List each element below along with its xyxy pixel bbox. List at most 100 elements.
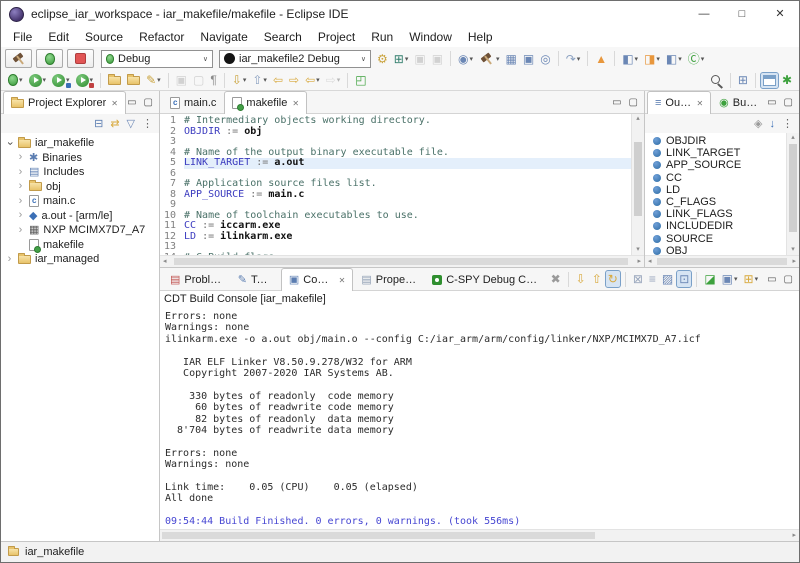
clear-console-icon[interactable]: ▨ <box>660 271 675 287</box>
maximize-view-icon[interactable]: ▢ <box>144 97 153 108</box>
run-icon[interactable]: ▾ <box>27 72 49 89</box>
tree-collapsed-arrow-icon[interactable]: › <box>5 253 14 264</box>
debug-icon[interactable]: ▾ <box>6 72 25 88</box>
new-c-project-icon[interactable]: ◧ ▾ <box>620 51 640 67</box>
minimize-view-icon[interactable]: ▭ <box>767 97 776 108</box>
tree-collapsed-arrow-icon[interactable]: › <box>16 210 25 221</box>
editor-vertical-scrollbar[interactable]: ▴ ▾ <box>631 114 644 255</box>
menu-edit[interactable]: Edit <box>40 28 77 46</box>
outline-item-objdir[interactable]: OBJDIR <box>645 135 786 147</box>
tree-collapsed-arrow-icon[interactable]: › <box>16 195 25 206</box>
back-history-icon[interactable]: ⇦ ▾ <box>303 72 322 88</box>
outline-horizontal-scrollbar[interactable]: ◂ ▸ <box>645 255 799 267</box>
tree-item-iar-makefile[interactable]: › iar_makefile <box>1 136 159 151</box>
outline-item-includedir[interactable]: INCLUDEDIR <box>645 220 786 232</box>
outline-item-source[interactable]: SOURCE <box>645 233 786 245</box>
console-display-icon[interactable]: ▣ <box>521 51 536 67</box>
run-coverage-icon[interactable]: ▾ <box>50 72 72 89</box>
minimize-view-icon[interactable]: ▭ <box>767 274 776 285</box>
collapse-all-icon[interactable]: ⊟ <box>92 116 105 132</box>
close-button[interactable]: ✕ <box>761 1 799 27</box>
iar-stop-button[interactable] <box>67 49 94 68</box>
tree-collapsed-arrow-icon[interactable]: › <box>16 166 25 177</box>
custom-filter-icon[interactable]: ◈ <box>752 116 764 132</box>
scrollbar-thumb[interactable] <box>174 258 628 265</box>
tree-item-includes[interactable]: › ▤ Includes <box>1 165 159 180</box>
iar-build-button[interactable] <box>5 49 32 68</box>
scrollbar-thumb[interactable] <box>657 258 787 265</box>
tab-project-explorer[interactable]: Project Explorer ✕ <box>3 91 126 114</box>
tree-item-obj[interactable]: › obj <box>1 180 159 195</box>
show-skipped-icon[interactable]: ↻ <box>604 270 621 288</box>
tab-outline[interactable]: ≡Outline ✕ <box>647 91 712 114</box>
menu-refactor[interactable]: Refactor <box>131 28 192 46</box>
profile-icon[interactable]: ▾ <box>74 72 96 89</box>
tree-collapsed-arrow-icon[interactable]: › <box>16 152 25 163</box>
tree-item-nxp-mcimx7d7-a7[interactable]: › ▦ NXP MCIMX7D7_A7 <box>1 223 159 238</box>
tree-collapsed-arrow-icon[interactable]: › <box>16 224 25 235</box>
filter-icon[interactable]: ▽ <box>125 116 137 132</box>
link-with-editor-icon[interactable]: ⇄ <box>108 116 121 132</box>
pin-console-icon[interactable]: ◪ <box>702 271 717 287</box>
search-icon[interactable] <box>708 72 725 89</box>
scrollbar-thumb[interactable] <box>634 142 642 216</box>
menu-window[interactable]: Window <box>401 28 460 46</box>
build-config-combo[interactable]: Debug ∨ <box>101 49 213 68</box>
tree-collapsed-arrow-icon[interactable]: › <box>16 181 25 192</box>
open-console-icon[interactable]: ⊞ ▾ <box>742 271 761 287</box>
scrollbar-thumb[interactable] <box>789 144 797 232</box>
search-source-icon[interactable]: ◎ <box>538 51 552 67</box>
menu-source[interactable]: Source <box>77 28 131 46</box>
menu-help[interactable]: Help <box>460 28 501 46</box>
next-error-icon[interactable]: ⇩ <box>574 271 588 287</box>
show-whitespace-icon[interactable]: ¶ <box>208 72 218 88</box>
tree-item-binaries[interactable]: › ✱ Binaries <box>1 151 159 166</box>
sort-alphabetically-icon[interactable]: ↓ <box>768 116 778 132</box>
menu-run[interactable]: Run <box>363 28 401 46</box>
menu-search[interactable]: Search <box>256 28 310 46</box>
new-window-icon[interactable]: ◰ <box>353 72 368 88</box>
outline-item-c-flags[interactable]: C_FLAGS <box>645 196 786 208</box>
outline-item-link-flags[interactable]: LINK_FLAGS <box>645 208 786 220</box>
launch-config-combo[interactable]: iar_makefile2 Debug ∨ <box>219 49 371 68</box>
editor-horizontal-scrollbar[interactable]: ◂ ▸ <box>160 255 644 267</box>
outline-item-ld[interactable]: LD <box>645 184 786 196</box>
back-curved-icon[interactable]: ⇦ <box>271 72 285 88</box>
display-console-icon[interactable]: ▣ ▾ <box>720 271 740 287</box>
skip-breakpoints-icon[interactable]: ↷ ▾ <box>564 51 583 67</box>
maximize-view-icon[interactable]: ▢ <box>629 97 638 108</box>
maximize-view-icon[interactable]: ▢ <box>784 97 793 108</box>
menu-navigate[interactable]: Navigate <box>192 28 255 46</box>
outline-vertical-scrollbar[interactable]: ▴ ▾ <box>786 133 799 255</box>
lock-scroll-icon[interactable]: ⊠ <box>631 271 645 287</box>
menu-file[interactable]: File <box>5 28 40 46</box>
editor-content[interactable]: 1 # Intermediary objects working director… <box>160 114 631 255</box>
outline-item-link-target[interactable]: LINK_TARGET <box>645 147 786 159</box>
tree-item-main-c[interactable]: › main.c <box>1 194 159 209</box>
launch-settings-button[interactable]: ⚙ <box>375 51 390 67</box>
tree-expanded-arrow-icon[interactable]: › <box>4 139 16 148</box>
word-wrap-icon[interactable]: ≡ <box>647 271 658 287</box>
tab-properties[interactable]: ▤Properties <box>353 268 424 290</box>
maximize-button[interactable]: □ <box>723 1 761 27</box>
minimize-button[interactable]: — <box>685 1 723 27</box>
import-folder-icon[interactable] <box>125 73 142 87</box>
menu-project[interactable]: Project <box>310 28 363 46</box>
outline-item-obj[interactable]: OBJ <box>645 245 786 255</box>
close-console-icon[interactable]: ✖ <box>549 271 563 287</box>
tab-console[interactable]: ▣Console ✕ <box>280 268 354 291</box>
view-menu-icon[interactable]: ⋮ <box>140 116 155 132</box>
debug-config-icon[interactable]: ◉ ▾ <box>456 51 475 67</box>
console-output[interactable]: Errors: none Warnings: none ilinkarm.exe -… <box>160 307 799 529</box>
outline-item-cc[interactable]: CC <box>645 172 786 184</box>
console-horizontal-scrollbar[interactable]: ◂ ▸ <box>160 529 799 541</box>
open-folder-icon[interactable] <box>106 73 123 87</box>
build-icon[interactable]: ▾ <box>477 50 502 68</box>
maximize-view-icon[interactable]: ▢ <box>784 274 793 285</box>
tree-item-iar-managed[interactable]: › iar_managed <box>1 252 159 267</box>
new-cpp-project-icon[interactable]: ◨ ▾ <box>642 51 662 67</box>
previous-error-icon[interactable]: ⇧ <box>590 271 604 287</box>
next-annotation-icon[interactable]: ⇧ ▾ <box>250 72 269 88</box>
tab-makefile[interactable]: makefile ✕ <box>224 91 308 114</box>
build-all-icon[interactable]: ▦ <box>504 51 519 67</box>
